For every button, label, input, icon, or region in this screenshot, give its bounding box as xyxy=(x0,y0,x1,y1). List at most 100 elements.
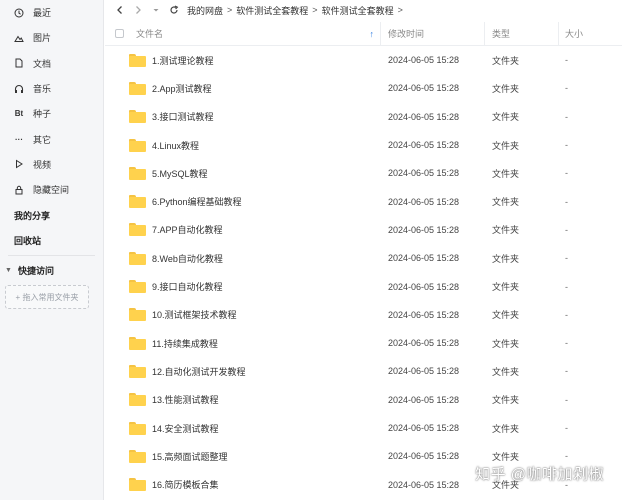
size-cell: - xyxy=(565,196,568,207)
file-name[interactable]: 3.接口测试教程 xyxy=(152,110,214,123)
modified-time-cell: 2024-06-05 15:28 xyxy=(388,55,460,66)
refresh-icon xyxy=(170,5,179,14)
table-row[interactable]: 1.测试理论教程 2024-06-05 15:28 文件夹 - xyxy=(105,46,622,74)
type-cell: 文件夹 xyxy=(492,83,520,94)
size-cell: - xyxy=(565,140,568,151)
file-name[interactable]: 9.接口自动化教程 xyxy=(152,280,223,293)
folder-icon xyxy=(129,421,146,435)
column-header-name[interactable]: 文件名 ↑ xyxy=(105,21,381,46)
refresh-button[interactable] xyxy=(169,5,179,15)
file-name[interactable]: 11.持续集成教程 xyxy=(152,337,218,350)
file-table-header: 文件名 ↑ 修改时间 类型 大小 xyxy=(105,21,622,46)
modified-time-cell: 2024-06-05 15:28 xyxy=(388,338,460,349)
table-row[interactable]: 9.接口自动化教程 2024-06-05 15:28 文件夹 - xyxy=(105,272,622,300)
size-cell: - xyxy=(565,55,568,66)
file-name[interactable]: 10.测试框架技术教程 xyxy=(152,308,237,321)
type-cell: 文件夹 xyxy=(492,282,520,293)
folder-icon xyxy=(129,81,146,95)
table-row[interactable]: 4.Linux教程 2024-06-05 15:28 文件夹 - xyxy=(105,131,622,159)
file-name-cell: 3.接口测试教程 xyxy=(105,110,381,124)
type-cell: 文件夹 xyxy=(492,395,520,406)
sidebar-item-music[interactable]: 音乐 xyxy=(0,76,103,101)
breadcrumb-separator: > xyxy=(227,5,233,15)
table-row[interactable]: 13.性能测试教程 2024-06-05 15:28 文件夹 - xyxy=(105,386,622,414)
file-name[interactable]: 14.安全测试教程 xyxy=(152,422,219,435)
modified-time-cell: 2024-06-05 15:28 xyxy=(388,366,460,377)
type-cell: 文件夹 xyxy=(492,197,520,208)
file-name[interactable]: 12.自动化测试开发教程 xyxy=(152,365,246,378)
table-row[interactable]: 10.测试框架技术教程 2024-06-05 15:28 文件夹 - xyxy=(105,301,622,329)
column-header-modified[interactable]: 修改时间 xyxy=(381,21,485,46)
type-cell: 文件夹 xyxy=(492,310,520,321)
chevron-left-icon xyxy=(117,6,122,14)
sidebar-item-label: 种子 xyxy=(33,109,52,120)
file-name[interactable]: 15.高频面试题整理 xyxy=(152,450,228,463)
forward-button[interactable] xyxy=(133,5,143,15)
sidebar-item-my-share[interactable]: 我的分享 xyxy=(0,202,103,227)
sidebar-item-videos[interactable]: 视频 xyxy=(0,152,103,177)
file-name[interactable]: 2.App测试教程 xyxy=(152,82,212,95)
file-name[interactable]: 8.Web自动化教程 xyxy=(152,252,223,265)
quick-access-toggle[interactable]: ▼ 快捷访问 xyxy=(0,258,103,283)
breadcrumb-item-current[interactable]: 软件测试全套教程 xyxy=(322,4,394,17)
file-name-cell: 7.APP自动化教程 xyxy=(105,223,381,237)
type-cell: 文件夹 xyxy=(492,225,520,236)
file-name-cell: 11.持续集成教程 xyxy=(105,336,381,350)
table-row[interactable]: 5.MySQL教程 2024-06-05 15:28 文件夹 - xyxy=(105,159,622,187)
folder-icon xyxy=(129,166,146,180)
file-name[interactable]: 5.MySQL教程 xyxy=(152,167,208,180)
file-name[interactable]: 16.简历模板合集 xyxy=(152,478,219,491)
file-name[interactable]: 7.APP自动化教程 xyxy=(152,223,223,236)
file-name[interactable]: 13.性能测试教程 xyxy=(152,393,219,406)
size-cell: - xyxy=(565,111,568,122)
file-name[interactable]: 6.Python编程基础教程 xyxy=(152,195,242,208)
file-name[interactable]: 1.测试理论教程 xyxy=(152,54,214,67)
toolbar: 我的网盘 > 软件测试全套教程 > 软件测试全套教程 > xyxy=(105,0,622,20)
table-row[interactable]: 8.Web自动化教程 2024-06-05 15:28 文件夹 - xyxy=(105,244,622,272)
folder-icon xyxy=(129,251,146,265)
breadcrumb-item[interactable]: 我的网盘 xyxy=(187,4,223,17)
table-row[interactable]: 6.Python编程基础教程 2024-06-05 15:28 文件夹 - xyxy=(105,187,622,215)
sidebar-item-documents[interactable]: 文档 xyxy=(0,51,103,76)
history-dropdown-button[interactable] xyxy=(151,5,161,15)
modified-time-cell: 2024-06-05 15:28 xyxy=(388,140,460,151)
sidebar-item-recycle-bin[interactable]: 回收站 xyxy=(0,228,103,253)
folder-icon xyxy=(129,393,146,407)
select-all-checkbox[interactable] xyxy=(115,29,124,38)
sidebar-item-other[interactable]: ··· 其它 xyxy=(0,126,103,151)
sidebar-item-torrents[interactable]: Bt 种子 xyxy=(0,101,103,126)
caret-down-icon: ▼ xyxy=(5,266,12,274)
modified-time-cell: 2024-06-05 15:28 xyxy=(388,451,460,462)
chevron-right-icon xyxy=(136,6,141,14)
table-row[interactable]: 2.App测试教程 2024-06-05 15:28 文件夹 - xyxy=(105,74,622,102)
sidebar-item-label: 文档 xyxy=(33,58,52,69)
file-name-cell: 16.简历模板合集 xyxy=(105,478,381,492)
column-header-type[interactable]: 类型 xyxy=(485,21,559,46)
drop-favorite-folder-zone[interactable]: + 拖入常用文件夹 xyxy=(5,285,89,309)
size-cell: - xyxy=(565,253,568,264)
folder-icon xyxy=(129,53,146,67)
sidebar-item-images[interactable]: 图片 xyxy=(0,25,103,50)
sidebar-item-label: 隐藏空间 xyxy=(33,185,70,196)
size-cell: - xyxy=(565,168,568,179)
sidebar-item-recent[interactable]: 最近 xyxy=(0,0,103,25)
file-list: 1.测试理论教程 2024-06-05 15:28 文件夹 - 2.App测试教程 202… xyxy=(105,46,622,499)
table-row[interactable]: 11.持续集成教程 2024-06-05 15:28 文件夹 - xyxy=(105,329,622,357)
file-name-cell: 8.Web自动化教程 xyxy=(105,251,381,265)
back-button[interactable] xyxy=(115,5,125,15)
table-row[interactable]: 7.APP自动化教程 2024-06-05 15:28 文件夹 - xyxy=(105,216,622,244)
size-cell: - xyxy=(565,338,568,349)
column-header-size[interactable]: 大小 xyxy=(559,22,622,46)
size-cell: - xyxy=(565,451,568,462)
breadcrumb-item[interactable]: 软件测试全套教程 xyxy=(236,4,308,17)
sidebar-item-hidden-space[interactable]: 隐藏空间 xyxy=(0,177,103,202)
table-row[interactable]: 3.接口测试教程 2024-06-05 15:28 文件夹 - xyxy=(105,103,622,131)
table-row[interactable]: 14.安全测试教程 2024-06-05 15:28 文件夹 - xyxy=(105,414,622,442)
sidebar-item-label: 其它 xyxy=(33,134,52,145)
file-name[interactable]: 4.Linux教程 xyxy=(152,139,199,152)
folder-icon xyxy=(129,449,146,463)
table-row[interactable]: 12.自动化测试开发教程 2024-06-05 15:28 文件夹 - xyxy=(105,357,622,385)
bt-icon: Bt xyxy=(14,109,24,119)
modified-time-cell: 2024-06-05 15:28 xyxy=(388,309,460,320)
sidebar: 最近 图片 文档 音乐 Bt 种子 ··· 其它 视频 隐藏空间 我的分享 回收… xyxy=(0,0,104,500)
